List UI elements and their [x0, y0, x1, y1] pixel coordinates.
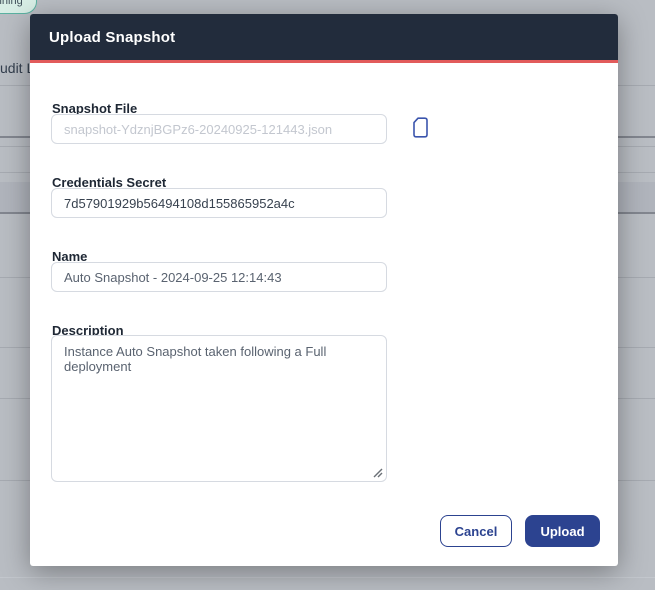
name-input[interactable]	[51, 262, 387, 292]
textarea-resize-handle[interactable]	[370, 465, 383, 478]
credentials-secret-input[interactable]	[51, 188, 387, 218]
page: running udit L Upload Snapshot Snapshot …	[0, 0, 655, 590]
file-picker-button[interactable]	[409, 117, 431, 141]
description-textarea[interactable]: Instance Auto Snapshot taken following a…	[51, 335, 387, 482]
cancel-button[interactable]: Cancel	[440, 515, 512, 547]
snapshot-file-input[interactable]	[51, 114, 387, 144]
file-icon	[412, 117, 429, 141]
bg-table-row-divider	[0, 577, 655, 578]
modal-title: Upload Snapshot	[49, 28, 176, 46]
upload-snapshot-modal: Upload Snapshot Snapshot File Credential…	[30, 14, 618, 566]
status-badge: running	[0, 0, 37, 14]
status-badge-label: running	[0, 0, 23, 7]
upload-button[interactable]: Upload	[525, 515, 600, 547]
modal-header: Upload Snapshot	[30, 14, 618, 63]
